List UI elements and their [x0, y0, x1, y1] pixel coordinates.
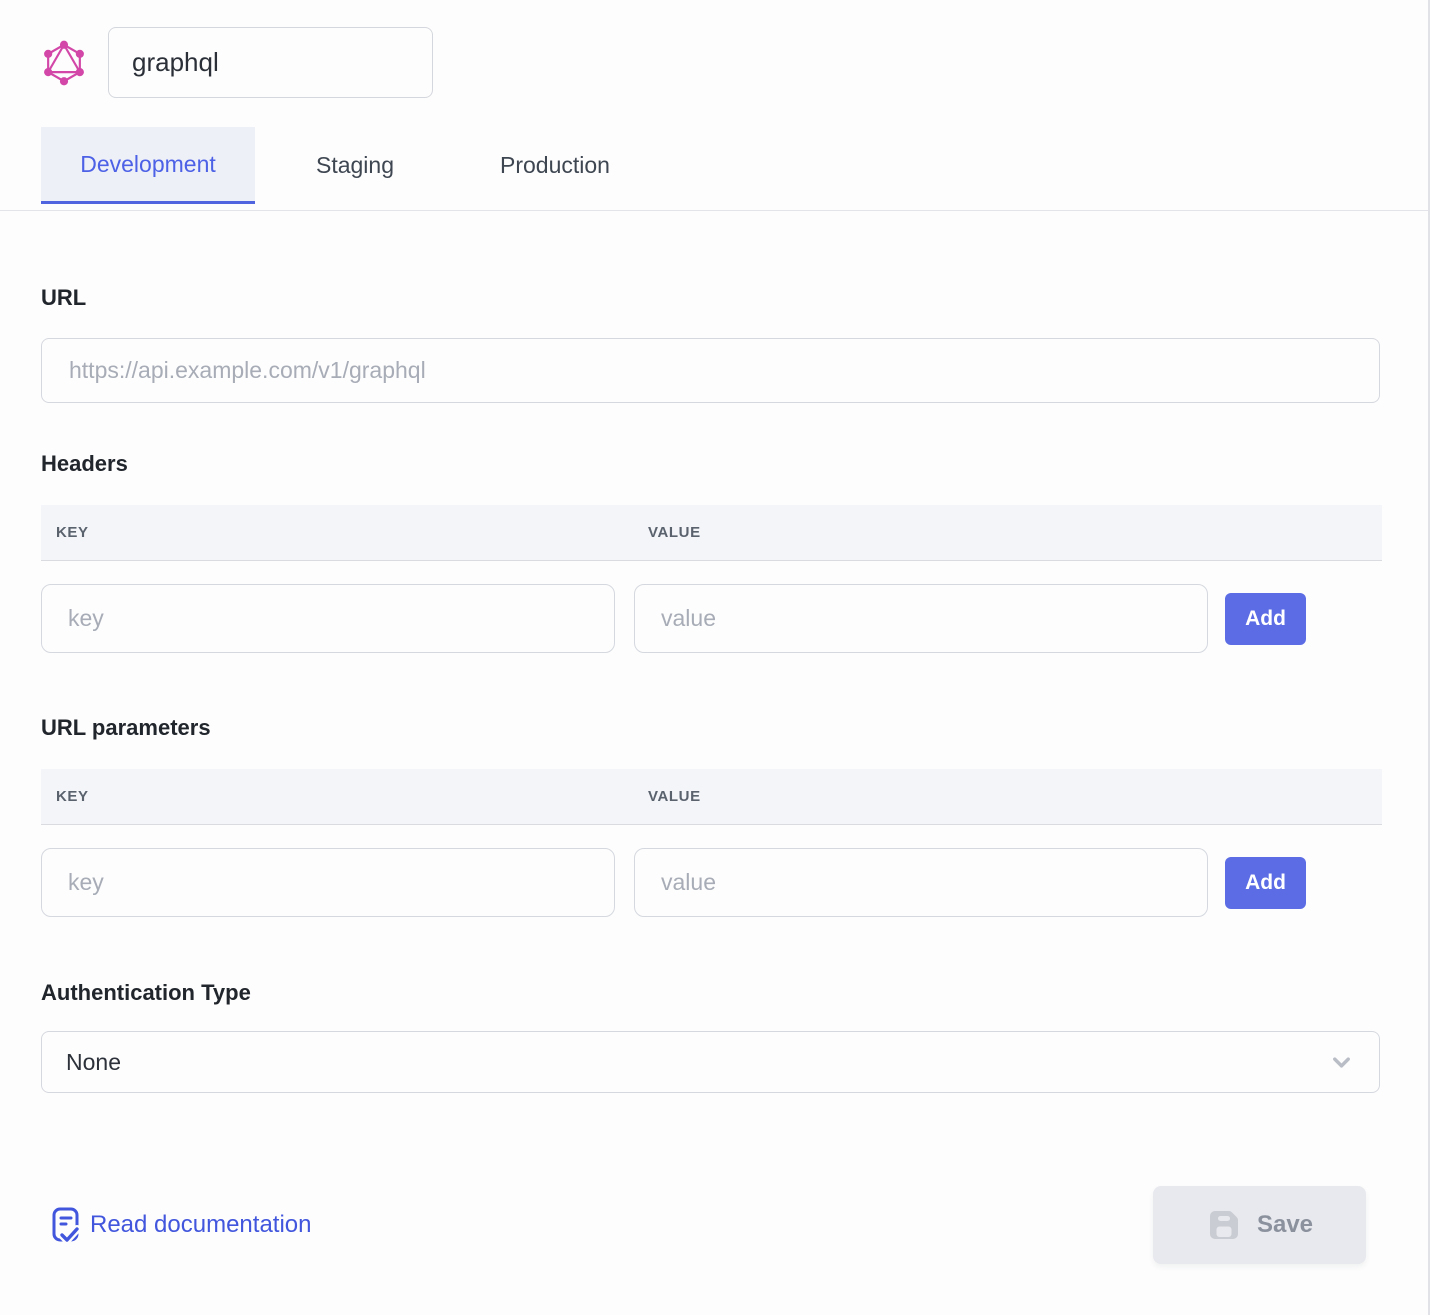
params-new-row: Add [41, 848, 1380, 917]
headers-add-button[interactable]: Add [1225, 593, 1306, 645]
params-add-button[interactable]: Add [1225, 857, 1306, 909]
datasource-name-input[interactable] [108, 27, 433, 98]
chevron-down-icon [1328, 1049, 1355, 1076]
floppy-disk-icon [1206, 1207, 1242, 1243]
auth-type-select[interactable]: None [41, 1031, 1380, 1093]
params-table-header: KEY VALUE [41, 769, 1382, 825]
tabs-divider [0, 210, 1428, 211]
datasource-config-panel: Development Staging Production URL Heade… [0, 0, 1430, 1315]
url-input[interactable] [41, 338, 1380, 403]
read-documentation-label: Read documentation [90, 1211, 311, 1239]
authentication-type-label: Authentication Type [41, 980, 1380, 1006]
headers-key-column-header: KEY [56, 524, 648, 541]
headers-key-input[interactable] [41, 584, 615, 653]
headers-table-header: KEY VALUE [41, 505, 1382, 561]
document-check-icon [50, 1206, 81, 1244]
footer-actions: Read documentation Save [41, 1186, 1366, 1264]
graphql-icon [40, 39, 88, 87]
environment-tabs: Development Staging Production [41, 127, 1428, 204]
headers-value-column-header: VALUE [648, 524, 701, 541]
tab-production[interactable]: Production [455, 127, 655, 204]
development-tab-content: URL Headers KEY VALUE Add URL parameters… [41, 285, 1380, 1264]
save-button[interactable]: Save [1153, 1186, 1366, 1264]
params-key-input[interactable] [41, 848, 615, 917]
auth-type-selected-value: None [66, 1049, 121, 1076]
url-label: URL [41, 285, 1380, 311]
tab-development[interactable]: Development [41, 127, 255, 204]
params-key-column-header: KEY [56, 788, 648, 805]
headers-value-input[interactable] [634, 584, 1208, 653]
url-parameters-title: URL parameters [41, 715, 1380, 741]
headers-new-row: Add [41, 584, 1380, 653]
read-documentation-link[interactable]: Read documentation [50, 1206, 311, 1244]
params-value-column-header: VALUE [648, 788, 701, 805]
params-value-input[interactable] [634, 848, 1208, 917]
save-button-label: Save [1257, 1211, 1313, 1239]
datasource-header [0, 0, 1428, 98]
headers-title: Headers [41, 451, 1380, 477]
tab-staging[interactable]: Staging [255, 127, 455, 204]
